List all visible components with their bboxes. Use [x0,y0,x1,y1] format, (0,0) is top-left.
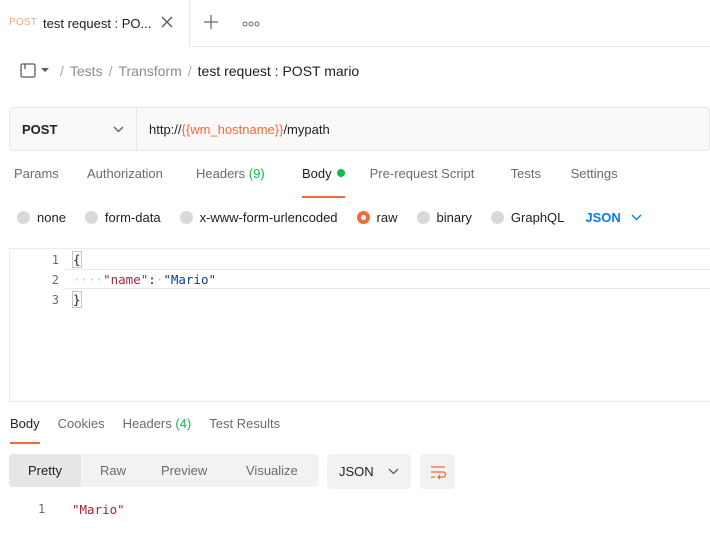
new-tab-plus-icon[interactable] [203,14,219,30]
response-tab-headers-label: Headers [122,416,172,431]
url-suffix: /mypath [283,121,330,137]
body-active-dot-icon [336,169,345,177]
breadcrumb-current-request[interactable]: test request : POST mario [198,63,360,79]
code-line: { [72,251,82,268]
wrap-lines-icon [430,465,446,479]
tab-headers[interactable]: Headers (9) [196,166,302,192]
line-number: 3 [51,293,59,307]
body-type-options: none form-data x-www-form-urlencoded raw… [17,207,642,227]
tab-headers-label: Headers [196,166,246,181]
radio-circle-icon [179,210,193,224]
chevron-down-icon [388,468,399,475]
radio-graphql[interactable]: GraphQL [490,209,565,225]
radio-urlencoded-label: x-www-form-urlencoded [199,209,338,225]
collection-icon[interactable] [20,60,54,82]
response-tab-headers-count: (4) [175,416,192,431]
tab-body[interactable]: Body [302,166,345,198]
tab-body-label: Body [302,166,332,181]
code-line: } [72,291,82,308]
radio-binary-label: binary [436,209,472,225]
breadcrumb-item-tests[interactable]: Tests [70,63,103,79]
close-brace: } [72,291,82,308]
breadcrumb-separator: / [108,63,113,79]
open-brace: { [72,251,82,268]
json-value: "Mario" [163,272,217,287]
response-tabs: Body Cookies Headers (4) Test Results [10,416,298,446]
json-colon: : [148,272,156,287]
method-select-value: POST [22,121,58,137]
radio-none-label: none [37,209,66,225]
tab-pre-request-script[interactable]: Pre-request Script [370,166,511,192]
url-bar: POST http://{{wm_hostname}}/mypath [9,107,710,151]
request-tabs: Params Authorization Headers (9) Body Pr… [14,166,631,198]
url-environment-variable: {{wm_hostname}} [181,121,284,137]
tab-settings[interactable]: Settings [571,166,631,192]
response-tab-headers[interactable]: Headers (4) [123,416,192,442]
radio-form-data-label: form-data [104,209,161,225]
view-pretty[interactable]: Pretty [9,454,81,487]
view-raw[interactable]: Raw [100,454,126,487]
radio-graphql-label: GraphQL [510,209,565,225]
response-format-value: JSON [339,464,374,479]
chevron-down-icon [113,126,124,132]
view-preview[interactable]: Preview [161,454,207,487]
radio-raw[interactable]: raw [356,209,398,225]
response-tab-test-results[interactable]: Test Results [209,416,280,442]
line-number: 2 [51,273,59,287]
tab-authorization[interactable]: Authorization [87,166,196,192]
radio-selected-circle-icon [356,210,370,224]
wrap-lines-button[interactable] [420,454,455,489]
radio-circle-icon [84,210,98,224]
method-select[interactable]: POST [10,108,137,150]
view-visualize[interactable]: Visualize [246,454,298,487]
url-prefix: http:// [149,121,182,137]
more-options-icon[interactable] [242,17,260,27]
radio-raw-label: raw [376,209,398,225]
breadcrumb: / Tests / Transform / test request : POS… [20,60,359,82]
radio-none[interactable]: none [17,210,66,225]
tab-tests[interactable]: Tests [511,166,571,192]
line-number: 1 [51,253,59,267]
request-tab-method: POST [9,17,38,28]
editor-gutter: 1 2 3 [10,249,65,401]
body-language-value: JSON [585,209,621,225]
request-tab[interactable]: POST test request : PO... [0,0,190,48]
chevron-down-icon [631,214,642,220]
tab-strip: POST test request : PO... [0,0,710,48]
response-line-number: 1 [38,502,46,516]
breadcrumb-separator: / [60,63,64,79]
response-format-select[interactable]: JSON [327,454,411,489]
body-language-select[interactable]: JSON [585,209,642,225]
response-tab-cookies[interactable]: Cookies [58,416,105,442]
tab-params[interactable]: Params [14,166,87,192]
breadcrumb-item-transform[interactable]: Transform [118,63,181,79]
url-input[interactable]: http://{{wm_hostname}}/mypath [137,108,709,150]
close-icon[interactable] [160,15,174,29]
radio-x-www-form-urlencoded[interactable]: x-www-form-urlencoded [179,209,338,225]
radio-form-data[interactable]: form-data [84,209,161,225]
indent-whitespace: ···· [73,272,104,287]
tab-headers-count: (9) [248,166,265,181]
request-body-editor[interactable]: 1 2 3 { ····"name":·"Mario" } [9,248,710,402]
response-view-segmented-control: Pretty Raw Preview Visualize [9,454,319,487]
response-tab-body[interactable]: Body [10,416,40,444]
radio-circle-icon [17,210,30,224]
code-line: ····"name":·"Mario" [73,272,216,287]
request-tab-name: test request : PO... [43,16,152,31]
breadcrumb-separator: / [187,63,192,79]
radio-binary[interactable]: binary [416,209,472,225]
radio-circle-icon [490,210,504,224]
json-key: "name" [103,272,149,287]
response-body-text: "Mario" [72,502,125,517]
radio-circle-icon [416,210,430,224]
